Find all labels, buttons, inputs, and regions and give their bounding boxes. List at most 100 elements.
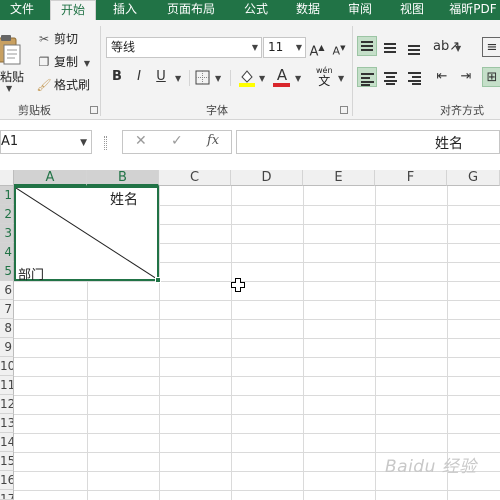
fill-color-icon[interactable] <box>238 67 256 87</box>
font-color-bar <box>273 83 290 87</box>
row-header-2[interactable]: 2 <box>0 205 14 224</box>
column-header-d[interactable]: D <box>231 170 303 186</box>
font-size-select[interactable]: 11 ▼ <box>263 37 306 58</box>
top-align-button[interactable] <box>357 36 377 56</box>
paste-dropdown-icon[interactable]: ▼ <box>6 84 12 93</box>
row-header-5[interactable]: 5 <box>0 262 14 281</box>
format-painter-button[interactable]: 🖌 格式刷 <box>36 76 90 94</box>
phonetic-guide-button[interactable]: wén 文 <box>316 66 333 88</box>
tab-data[interactable]: 数据 <box>288 0 328 20</box>
row-header-8[interactable]: 8 <box>0 319 14 338</box>
name-box[interactable]: A1 ▼ <box>0 130 92 154</box>
group-divider <box>352 26 353 116</box>
row-header-11[interactable]: 11 <box>0 376 14 395</box>
phonetic-char: 文 <box>318 74 331 88</box>
tab-file[interactable]: 文件 <box>0 0 44 20</box>
borders-dropdown-icon[interactable]: ▼ <box>215 74 221 83</box>
select-all-corner[interactable] <box>0 170 14 186</box>
splitter-handle[interactable] <box>104 136 107 150</box>
column-header-f[interactable]: F <box>375 170 447 186</box>
underline-dropdown-icon[interactable]: ▼ <box>175 74 181 83</box>
align-right-button[interactable] <box>405 67 425 87</box>
increase-font-size-button[interactable]: A▲ <box>307 38 327 59</box>
copy-dropdown-icon[interactable]: ▼ <box>84 59 90 68</box>
row-header-13[interactable]: 13 <box>0 414 14 433</box>
merge-center-icon: ⊞ <box>486 70 498 85</box>
column-header-a[interactable]: A <box>14 170 87 186</box>
bottom-align-button[interactable] <box>405 36 425 56</box>
column-header-c[interactable]: C <box>159 170 231 186</box>
merged-cell-a1[interactable]: 姓名 部门 <box>14 186 159 283</box>
row-header-15[interactable]: 15 <box>0 452 14 471</box>
italic-button[interactable]: I <box>129 67 149 87</box>
bold-button[interactable]: B <box>107 67 127 87</box>
insert-function-icon[interactable]: fx <box>207 133 219 148</box>
watermark: Baidu 经验 <box>385 457 477 477</box>
format-painter-icon: 🖌 <box>36 78 52 92</box>
tab-formulas[interactable]: 公式 <box>236 0 276 20</box>
gridline <box>14 300 500 301</box>
tab-page-layout[interactable]: 页面布局 <box>158 0 224 20</box>
row-header-10[interactable]: 10 <box>0 357 14 376</box>
cell-cursor-icon <box>231 278 245 292</box>
row-header-4[interactable]: 4 <box>0 243 14 262</box>
copy-button[interactable]: ❐ 复制 ▼ <box>36 53 90 71</box>
row-header-1[interactable]: 1 <box>0 186 14 205</box>
orientation-dropdown-icon[interactable]: ▼ <box>455 44 461 53</box>
align-center-button[interactable] <box>381 67 401 87</box>
middle-align-button[interactable] <box>381 36 401 56</box>
font-dialog-launcher-icon[interactable] <box>340 106 348 114</box>
clipboard-dialog-launcher-icon[interactable] <box>90 106 98 114</box>
font-color-button[interactable]: A <box>272 65 292 85</box>
increase-indent-icon: ⇥ <box>460 69 472 84</box>
formula-input-value: 姓名 <box>435 136 463 152</box>
wrap-text-button[interactable]: ≡ <box>482 37 500 57</box>
row-header-7[interactable]: 7 <box>0 300 14 319</box>
tab-review[interactable]: 审阅 <box>340 0 380 20</box>
column-header-g[interactable]: G <box>447 170 500 186</box>
cut-button[interactable]: ✂ 剪切 <box>36 30 78 48</box>
fill-color-dropdown-icon[interactable]: ▼ <box>259 74 265 83</box>
shrink-font-icon: A <box>332 44 341 58</box>
wrap-text-icon: ≡ <box>486 40 498 55</box>
tab-home[interactable]: 开始 <box>50 0 96 20</box>
gridline <box>14 338 500 339</box>
decrease-font-size-button[interactable]: A▼ <box>329 38 349 58</box>
tab-foxit-pdf[interactable]: 福昕PDF <box>446 0 500 20</box>
orientation-button[interactable]: ab↗ <box>433 37 460 57</box>
tab-insert[interactable]: 插入 <box>104 0 146 20</box>
row-header-17[interactable]: 17 <box>0 490 14 500</box>
align-left-button[interactable] <box>357 67 377 87</box>
cancel-icon[interactable]: ✕ <box>135 133 147 149</box>
divider <box>189 70 190 86</box>
enter-icon[interactable]: ✓ <box>171 133 183 149</box>
gridline <box>14 433 500 434</box>
column-header-e[interactable]: E <box>303 170 375 186</box>
row-header-9[interactable]: 9 <box>0 338 14 357</box>
row-header-14[interactable]: 14 <box>0 433 14 452</box>
row-header-6[interactable]: 6 <box>0 281 14 300</box>
group-divider <box>100 26 101 116</box>
formula-input[interactable]: 姓名 <box>236 130 500 154</box>
row-header-12[interactable]: 12 <box>0 395 14 414</box>
paste-button-label[interactable]: 粘贴 <box>0 68 24 85</box>
row-header-16[interactable]: 16 <box>0 471 14 490</box>
chevron-down-icon: ▼ <box>295 43 302 52</box>
increase-indent-button[interactable]: ⇥ <box>456 67 476 87</box>
merge-center-button[interactable]: ⊞ <box>482 67 500 87</box>
underline-button[interactable]: U <box>151 67 171 87</box>
gridline <box>14 490 500 491</box>
font-color-dropdown-icon[interactable]: ▼ <box>295 74 301 83</box>
fill-handle[interactable] <box>155 277 161 283</box>
decrease-indent-button[interactable]: ⇤ <box>432 67 452 87</box>
column-header-b[interactable]: B <box>87 170 159 186</box>
gridline <box>159 243 500 244</box>
phonetic-dropdown-icon[interactable]: ▼ <box>338 74 344 83</box>
ribbon-tab-bar: 文件 开始 插入 页面布局 公式 数据 审阅 视图 福昕PDF <box>0 0 500 20</box>
row-header-3[interactable]: 3 <box>0 224 14 243</box>
divider <box>230 70 231 86</box>
tab-view[interactable]: 视图 <box>392 0 432 20</box>
font-name-select[interactable]: 等线 ▼ <box>106 37 262 58</box>
paste-icon[interactable] <box>0 32 22 66</box>
borders-icon[interactable] <box>195 70 210 85</box>
